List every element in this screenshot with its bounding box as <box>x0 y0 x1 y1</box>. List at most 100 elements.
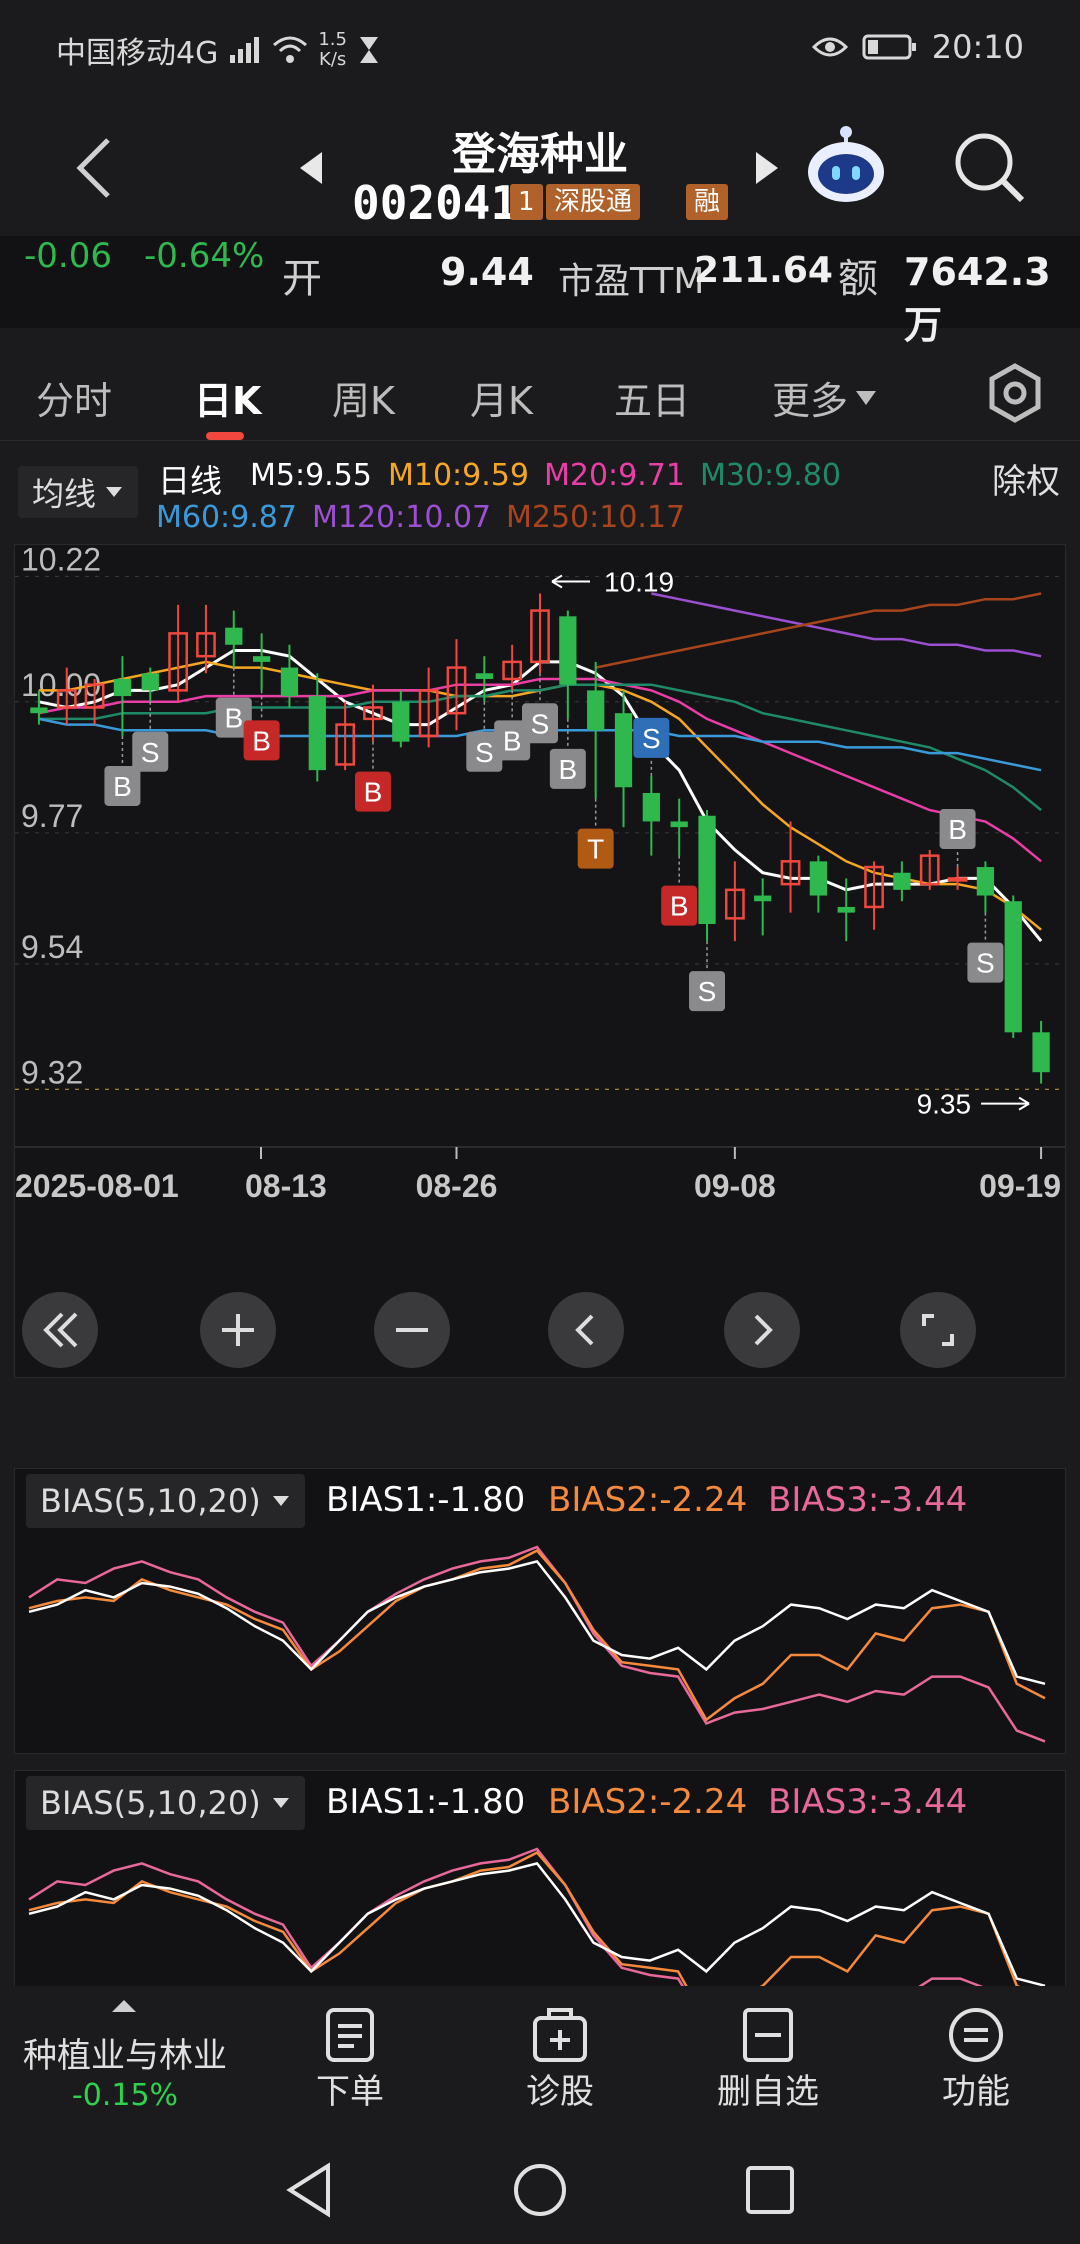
candle <box>724 861 745 942</box>
candle-body <box>392 701 410 742</box>
bias-selector-2[interactable]: BIAS(5,10,20) <box>26 1776 305 1830</box>
network-speed-value: 1.5 <box>318 29 347 50</box>
candle <box>780 821 801 913</box>
candle <box>919 849 940 890</box>
candle-body <box>976 867 995 896</box>
fullscreen-icon <box>922 1314 954 1346</box>
candle-body <box>947 877 968 882</box>
bias2-value: BIAS2:-2.24 <box>548 1782 748 1822</box>
tab-more[interactable]: 更多 <box>772 370 878 425</box>
candle-body <box>141 673 159 691</box>
signal-label: S <box>976 948 995 979</box>
diagnose-icon <box>533 2008 587 2062</box>
signal-label: B <box>252 725 271 756</box>
candle-body <box>1032 1032 1050 1073</box>
amount-value: 7642.3万 <box>904 250 1051 347</box>
system-indicators: 20:10 <box>811 28 1024 66</box>
bias1-line <box>28 1861 1046 1987</box>
scroll-to-start-button[interactable] <box>22 1292 98 1368</box>
candle <box>113 656 132 736</box>
remove-watchlist-button[interactable]: 删自选 <box>698 2006 838 2113</box>
active-tab-indicator <box>206 432 244 440</box>
signal-label: B <box>948 814 967 845</box>
tab-monthly-k[interactable]: 月K <box>470 370 533 425</box>
candle <box>893 861 911 902</box>
candle <box>530 593 550 674</box>
status-bar: 中国移动4G 1.5 K/s 20:10 <box>0 0 1080 96</box>
low-marker-label: 9.35 <box>917 1089 972 1120</box>
chevron-down-icon <box>272 1496 289 1506</box>
settings-icon[interactable] <box>984 362 1046 424</box>
candle <box>559 610 577 719</box>
candle <box>670 798 688 856</box>
low-arrow <box>981 1096 1030 1111</box>
candle-body <box>754 895 772 902</box>
nav-back-icon[interactable] <box>284 2162 334 2218</box>
open-value: 9.44 <box>440 250 534 294</box>
functions-label: 功能 <box>942 2072 1010 2112</box>
period-tabs <box>0 344 1080 441</box>
x-tick-label: 08-26 <box>416 1168 498 1204</box>
tab-daily-k[interactable]: 日K <box>194 370 261 425</box>
candle-body <box>30 707 48 714</box>
zoom-out-icon <box>396 1328 428 1332</box>
ma10-value: M10:9.59 <box>388 458 529 493</box>
diagnose-label: 诊股 <box>526 2072 594 2112</box>
signal-label: B <box>503 725 522 756</box>
candle <box>614 690 633 828</box>
sector-info[interactable]: 种植业与林业 -0.15% <box>0 1986 250 2122</box>
candle-body <box>113 678 132 697</box>
search-icon[interactable] <box>952 130 1026 204</box>
margin-badge: 融 <box>686 184 729 220</box>
candle <box>864 861 884 930</box>
hourglass-icon <box>359 37 378 63</box>
scroll-left-button[interactable] <box>548 1292 624 1368</box>
functions-button[interactable]: 功能 <box>916 2006 1036 2113</box>
ma60-value: M60:9.87 <box>156 500 297 535</box>
robot-assistant-icon[interactable] <box>804 124 888 208</box>
zoom-in-button[interactable] <box>200 1292 276 1368</box>
ma20-value: M20:9.71 <box>544 458 685 493</box>
tab-intraday[interactable]: 分时 <box>36 370 112 425</box>
ma-line-m250 <box>595 592 1042 669</box>
bias-selector-1[interactable]: BIAS(5,10,20) <box>26 1474 305 1528</box>
diagnose-button[interactable]: 诊股 <box>500 2006 620 2113</box>
document-icon <box>326 2008 374 2062</box>
candle <box>392 690 410 748</box>
kline-chart[interactable]: 10.22 10.00 9.77 9.54 9.32 B S B B B S B S B T S B S B S 10.… <box>14 544 1066 1378</box>
zoom-in-icon <box>222 1314 254 1346</box>
high-marker-label: 10.19 <box>604 566 674 597</box>
candle <box>976 861 995 913</box>
scroll-right-button[interactable] <box>724 1292 800 1368</box>
quote-strip: -0.06 -0.64% 开 9.44 市盈TTM 211.64 额 7642.… <box>0 236 1080 347</box>
kline-svg: 10.2210.009.779.549.32BSBBBS BSBTSBSBS10.… <box>15 545 1065 1204</box>
ex-rights-toggle[interactable]: 除权 <box>992 454 1060 503</box>
nav-recents-icon[interactable] <box>744 2164 796 2216</box>
battery-icon <box>862 34 916 60</box>
signal-icon <box>230 37 260 63</box>
level-badge: 1 <box>510 184 543 220</box>
order-button[interactable]: 下单 <box>290 2006 410 2113</box>
network-speed-unit: K/s <box>319 49 347 70</box>
zoom-out-button[interactable] <box>374 1292 450 1368</box>
signal-label: B <box>670 891 689 922</box>
candle-body <box>809 861 828 896</box>
tab-five-day[interactable]: 五日 <box>614 370 690 425</box>
stock-code: 002041 <box>352 176 519 230</box>
candle <box>698 810 716 942</box>
candle <box>642 775 660 856</box>
tab-weekly-k[interactable]: 周K <box>332 370 395 425</box>
signal-label: S <box>475 737 494 768</box>
next-stock-icon[interactable] <box>752 150 782 186</box>
candle-body <box>837 906 855 913</box>
fullscreen-button[interactable] <box>900 1292 976 1368</box>
candle-body <box>1004 901 1022 1033</box>
ma30-value: M30:9.80 <box>700 458 841 493</box>
bias2-line <box>28 1851 1022 1987</box>
y-tick-label: 9.77 <box>21 798 83 834</box>
ma-selector[interactable]: 均线 <box>18 466 139 518</box>
candle-body <box>587 690 605 731</box>
nav-home-icon[interactable] <box>512 2162 568 2218</box>
next-icon <box>754 1314 773 1346</box>
candle-body <box>280 667 299 697</box>
